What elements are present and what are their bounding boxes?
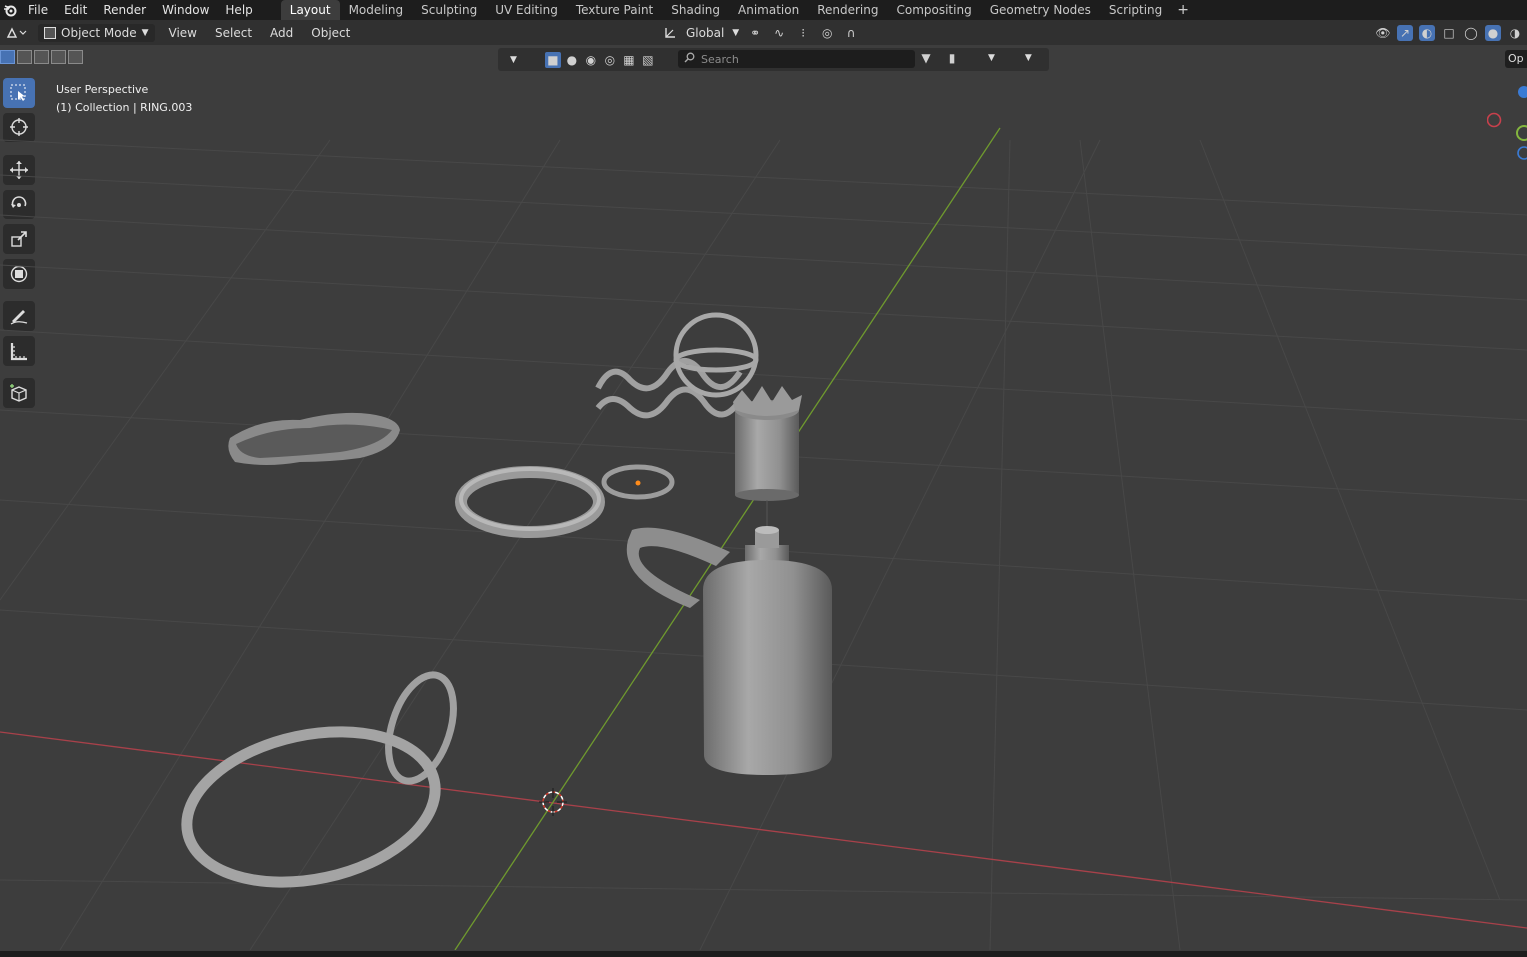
menu-select[interactable]: Select	[209, 20, 258, 45]
workspace-tabs: Layout Modeling Sculpting UV Editing Tex…	[280, 0, 1195, 20]
small-ring-object[interactable]	[601, 464, 675, 500]
z-axis-handle	[1518, 86, 1527, 98]
status-bar	[0, 951, 1527, 957]
solid-shading-icon[interactable]: ●	[1485, 24, 1501, 41]
tab-shading[interactable]: Shading	[662, 0, 729, 20]
gizmo-toggle-icon[interactable]: ↗	[1397, 24, 1413, 41]
material-shading-icon[interactable]: ◑	[1507, 25, 1523, 41]
y-axis-line	[454, 127, 1001, 950]
navigation-gizmo[interactable]	[1486, 82, 1527, 162]
wavy-band-object[interactable]	[228, 412, 400, 465]
tab-rendering[interactable]: Rendering	[808, 0, 887, 20]
linked-rings-object[interactable]	[173, 667, 466, 904]
3d-viewport[interactable]	[0, 45, 1527, 950]
origin-point	[635, 480, 641, 486]
neg-z-axis-handle	[1517, 146, 1527, 160]
tab-modeling[interactable]: Modeling	[340, 0, 413, 20]
viewport-display-controls: 👁 ↗ ◐ □ ◯ ● ◑	[1375, 20, 1527, 45]
menu-file[interactable]: File	[20, 0, 56, 20]
tab-uv-editing[interactable]: UV Editing	[486, 0, 567, 20]
visibility-icon[interactable]: 👁	[1375, 25, 1391, 41]
tab-geometry-nodes[interactable]: Geometry Nodes	[981, 0, 1100, 20]
menu-edit[interactable]: Edit	[56, 0, 95, 20]
viewport-header: Object Mode ▼ View Select Add Object Glo…	[0, 20, 1527, 45]
transform-tools: Global ▼ ⚭ ∿ ⁝ ◎ ∩	[662, 20, 859, 45]
menu-render[interactable]: Render	[95, 0, 154, 20]
chevron-down-icon: ▼	[141, 27, 149, 38]
add-workspace-icon[interactable]: +	[1171, 0, 1195, 20]
wireframe-shading-icon[interactable]: ◯	[1463, 25, 1479, 41]
menu-add[interactable]: Add	[264, 20, 299, 45]
menu-help[interactable]: Help	[217, 0, 260, 20]
tab-texture-paint[interactable]: Texture Paint	[567, 0, 662, 20]
crown-cap-object[interactable]	[733, 386, 802, 501]
overlay-toggle-icon[interactable]: ◐	[1419, 24, 1435, 41]
tab-animation[interactable]: Animation	[729, 0, 808, 20]
tab-scripting[interactable]: Scripting	[1100, 0, 1171, 20]
chevron-down-icon: ▼	[732, 27, 740, 38]
tab-layout[interactable]: Layout	[280, 0, 340, 20]
blender-logo-icon[interactable]	[0, 0, 20, 20]
orientation-icon	[662, 25, 678, 41]
object-mode-icon	[44, 26, 56, 39]
object-mode-label: Object Mode	[61, 25, 137, 40]
snap-icon[interactable]: ∿	[771, 25, 787, 41]
bottle-object[interactable]	[703, 500, 832, 775]
proportional-edit-icon[interactable]: ◎	[819, 25, 835, 41]
falloff-icon[interactable]: ∩	[843, 25, 859, 41]
menu-object[interactable]: Object	[305, 20, 356, 45]
neg-x-axis-handle	[1486, 112, 1502, 128]
top-menu-bar: File Edit Render Window Help Layout Mode…	[0, 0, 1527, 20]
menu-view[interactable]: View	[163, 20, 203, 45]
tab-sculpting[interactable]: Sculpting	[412, 0, 486, 20]
y-axis-handle	[1516, 125, 1527, 141]
snap-target-icon[interactable]: ⁝	[795, 25, 811, 41]
object-mode-select[interactable]: Object Mode ▼	[38, 23, 155, 42]
orientation-select[interactable]: Global	[686, 26, 724, 40]
xray-icon[interactable]: □	[1441, 25, 1457, 41]
menu-window[interactable]: Window	[154, 0, 217, 20]
tab-compositing[interactable]: Compositing	[887, 0, 980, 20]
pivot-icon[interactable]: ⚭	[747, 25, 763, 41]
editor-type-icon[interactable]	[0, 20, 34, 45]
